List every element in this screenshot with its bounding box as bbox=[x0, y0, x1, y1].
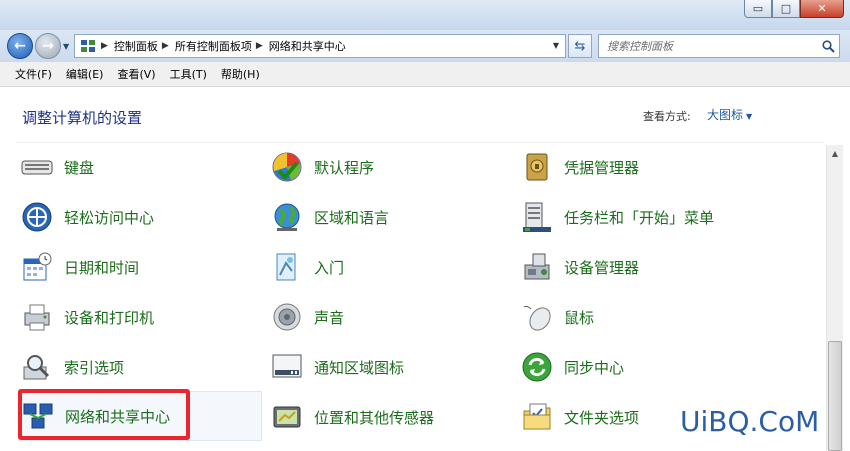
calendar-clock-icon bbox=[20, 250, 54, 284]
chevron-down-icon[interactable]: ▼ bbox=[553, 41, 559, 50]
item-indexing-options[interactable]: 索引选项 bbox=[20, 345, 124, 389]
menu-file[interactable]: 文件(F) bbox=[0, 66, 59, 82]
item-label[interactable]: 轻松访问中心 bbox=[64, 207, 154, 228]
menu-view[interactable]: 查看(V) bbox=[110, 66, 162, 82]
item-folder-options[interactable]: 文件夹选项 bbox=[520, 395, 639, 439]
vertical-scrollbar[interactable]: ▲ bbox=[826, 145, 843, 451]
taskbar-icon bbox=[520, 200, 554, 234]
printer-icon bbox=[20, 300, 54, 334]
window-controls: ▭ □ ✕ bbox=[744, 0, 844, 18]
item-sync-center[interactable]: 同步中心 bbox=[520, 345, 624, 389]
ease-of-access-icon bbox=[20, 200, 54, 234]
menu-tools[interactable]: 工具(T) bbox=[163, 66, 214, 82]
item-label[interactable]: 入门 bbox=[314, 257, 344, 278]
forward-button[interactable]: → bbox=[35, 33, 61, 59]
item-devices-printers[interactable]: 设备和打印机 bbox=[20, 295, 154, 339]
item-label[interactable]: 区域和语言 bbox=[314, 207, 389, 228]
item-label[interactable]: 默认程序 bbox=[314, 157, 374, 178]
menu-help[interactable]: 帮助(H) bbox=[214, 66, 267, 82]
watermark: UiBQ.CoM bbox=[680, 405, 820, 438]
sync-center-icon bbox=[520, 350, 554, 384]
item-label[interactable]: 索引选项 bbox=[64, 357, 124, 378]
chevron-down-icon: ▼ bbox=[746, 112, 753, 121]
page-title: 调整计算机的设置 bbox=[22, 109, 143, 127]
close-button[interactable]: ✕ bbox=[800, 0, 844, 18]
item-label[interactable]: 同步中心 bbox=[564, 357, 624, 378]
arrow-left-icon: ← bbox=[14, 38, 26, 54]
menu-edit[interactable]: 编辑(E) bbox=[59, 66, 111, 82]
back-button[interactable]: ← bbox=[7, 33, 33, 59]
default-programs-icon bbox=[270, 150, 304, 184]
item-default-programs[interactable]: 默认程序 bbox=[270, 145, 374, 189]
item-label[interactable]: 任务栏和「开始」菜单 bbox=[564, 207, 714, 228]
item-keyboard[interactable]: 键盘 bbox=[20, 145, 94, 189]
title-bar: ▭ □ ✕ bbox=[0, 0, 850, 30]
annotation-highlight-box bbox=[18, 389, 190, 440]
item-label[interactable]: 声音 bbox=[314, 307, 344, 328]
indexing-icon bbox=[20, 350, 54, 384]
search-box[interactable] bbox=[598, 34, 840, 58]
address-bar: ← → ▼ ▶ 控制面板 ▶ 所有控制面板项 ▶ 网络和共享中心 ▼ ⇆ bbox=[0, 30, 850, 62]
item-label[interactable]: 鼠标 bbox=[564, 307, 594, 328]
credential-manager-icon bbox=[520, 150, 554, 184]
location-sensor-icon bbox=[270, 400, 304, 434]
breadcrumb-item[interactable]: 所有控制面板项 bbox=[175, 38, 252, 54]
item-location-sensors[interactable]: 位置和其他传感器 bbox=[270, 395, 434, 439]
item-notification-area-icons[interactable]: 通知区域图标 bbox=[270, 345, 404, 389]
item-label[interactable]: 设备和打印机 bbox=[64, 307, 154, 328]
item-mouse[interactable]: 鼠标 bbox=[520, 295, 594, 339]
folder-options-icon bbox=[520, 400, 554, 434]
device-manager-icon bbox=[520, 250, 554, 284]
breadcrumb-item[interactable]: 控制面板 bbox=[114, 38, 158, 54]
notification-area-icon bbox=[270, 350, 304, 384]
menu-bar: 文件(F) 编辑(E) 查看(V) 工具(T) 帮助(H) bbox=[0, 62, 850, 87]
item-taskbar-start-menu[interactable]: 任务栏和「开始」菜单 bbox=[520, 195, 714, 239]
chevron-right-icon[interactable]: ▶ bbox=[101, 41, 108, 51]
chevron-right-icon[interactable]: ▶ bbox=[256, 41, 263, 51]
item-label[interactable]: 设备管理器 bbox=[564, 257, 639, 278]
breadcrumb[interactable]: ▶ 控制面板 ▶ 所有控制面板项 ▶ 网络和共享中心 ▼ bbox=[74, 34, 566, 58]
item-getting-started[interactable]: 入门 bbox=[270, 245, 344, 289]
view-mode-dropdown[interactable]: 大图标 ▼ bbox=[707, 106, 752, 123]
item-date-time[interactable]: 日期和时间 bbox=[20, 245, 139, 289]
scroll-up-arrow-icon[interactable]: ▲ bbox=[827, 145, 843, 161]
item-label[interactable]: 日期和时间 bbox=[64, 257, 139, 278]
scroll-thumb[interactable] bbox=[828, 341, 842, 451]
refresh-icon: ⇆ bbox=[574, 38, 586, 54]
item-label[interactable]: 文件夹选项 bbox=[564, 407, 639, 428]
keyboard-icon bbox=[20, 150, 54, 184]
divider bbox=[16, 142, 824, 143]
mouse-icon bbox=[520, 300, 554, 334]
view-mode-value[interactable]: 大图标 bbox=[707, 108, 743, 122]
item-region-language[interactable]: 区域和语言 bbox=[270, 195, 389, 239]
item-label[interactable]: 通知区域图标 bbox=[314, 357, 404, 378]
breadcrumb-item[interactable]: 网络和共享中心 bbox=[269, 38, 346, 54]
item-label[interactable]: 键盘 bbox=[64, 157, 94, 178]
globe-icon bbox=[270, 200, 304, 234]
item-label[interactable]: 凭据管理器 bbox=[564, 157, 639, 178]
item-sound[interactable]: 声音 bbox=[270, 295, 344, 339]
refresh-button[interactable]: ⇆ bbox=[568, 34, 592, 58]
control-panel-icon bbox=[79, 38, 97, 54]
speaker-icon bbox=[270, 300, 304, 334]
view-mode-label: 查看方式: bbox=[643, 110, 691, 123]
search-icon[interactable] bbox=[817, 39, 839, 53]
chevron-right-icon[interactable]: ▶ bbox=[162, 41, 169, 51]
getting-started-icon bbox=[270, 250, 304, 284]
item-label[interactable]: 位置和其他传感器 bbox=[314, 407, 434, 428]
item-device-manager[interactable]: 设备管理器 bbox=[520, 245, 639, 289]
recent-pages-dropdown[interactable]: ▼ bbox=[63, 42, 69, 51]
maximize-button[interactable]: □ bbox=[772, 0, 800, 18]
minimize-button[interactable]: ▭ bbox=[744, 0, 772, 18]
search-input[interactable] bbox=[599, 36, 817, 56]
item-ease-of-access[interactable]: 轻松访问中心 bbox=[20, 195, 154, 239]
arrow-right-icon: → bbox=[42, 38, 54, 54]
item-credential-manager[interactable]: 凭据管理器 bbox=[520, 145, 639, 189]
